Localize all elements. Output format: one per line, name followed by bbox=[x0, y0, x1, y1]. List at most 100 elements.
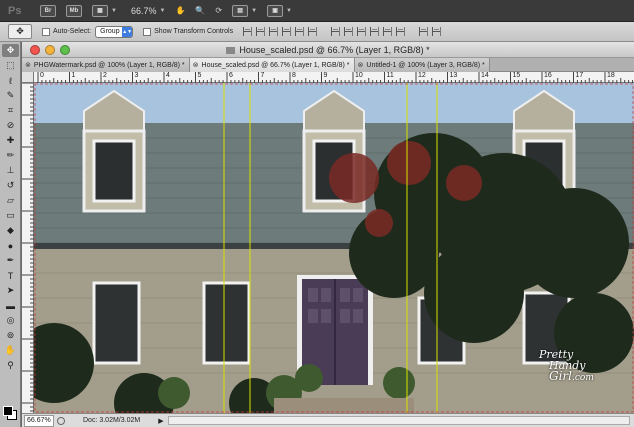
document-title-text: House_scaled.psd @ 66.7% (Layer 1, RGB/8… bbox=[239, 44, 430, 55]
quick-select-tool-icon[interactable]: ✎ bbox=[2, 89, 19, 102]
document-title-bar: House_scaled.psd @ 66.7% (Layer 1, RGB/8… bbox=[22, 42, 634, 58]
distribute-top-icon[interactable] bbox=[331, 27, 341, 36]
arrange-documents-button[interactable]: ▤ ▼ bbox=[232, 4, 257, 18]
distribute-hcenter-icon[interactable] bbox=[383, 27, 393, 36]
type-tool-icon[interactable]: T bbox=[2, 269, 19, 282]
tab-untitled-1[interactable]: ⊗ Untitled-1 @ 100% (Layer 3, RGB/8) * bbox=[354, 58, 490, 72]
distribute-right-icon[interactable] bbox=[396, 27, 406, 36]
hand-tool-button[interactable]: ✋ bbox=[175, 4, 185, 18]
ruler-label: 0 bbox=[40, 72, 44, 79]
close-icon[interactable]: ⊗ bbox=[358, 61, 364, 69]
arrange-icon: ▤ bbox=[232, 4, 249, 17]
ruler-label: 10 bbox=[355, 72, 363, 79]
ruler-label: 12 bbox=[418, 72, 426, 79]
tab-house-scaled[interactable]: ⊗ House_scaled.psd @ 66.7% (Layer 1, RGB/… bbox=[189, 58, 355, 72]
auto-select-checkbox[interactable] bbox=[42, 27, 50, 36]
image-canvas[interactable]: Pretty Handy Girl.com bbox=[34, 83, 634, 413]
ruler-label: 3 bbox=[134, 72, 139, 79]
ruler-label: 17 bbox=[575, 72, 584, 79]
align-top-icon[interactable] bbox=[243, 27, 253, 36]
align-right-icon[interactable] bbox=[308, 27, 318, 36]
hand-tool-icon[interactable]: ✋ bbox=[2, 344, 19, 357]
align-bottom-icon[interactable] bbox=[269, 27, 279, 36]
chevron-down-icon: ▼ bbox=[286, 7, 292, 14]
zoom-tool-icon[interactable]: ⚲ bbox=[2, 359, 19, 372]
auto-select-dropdown[interactable]: Group ▲▼ bbox=[95, 25, 134, 38]
history-brush-tool-icon[interactable]: ↺ bbox=[2, 179, 19, 192]
horizontal-scrollbar[interactable] bbox=[167, 416, 630, 425]
distribute-buttons bbox=[331, 27, 409, 36]
foreground-color-swatch[interactable] bbox=[3, 406, 13, 416]
ruler-ticks-vertical bbox=[22, 83, 34, 412]
ruler-label: 15 bbox=[512, 72, 521, 79]
marquee-tool-icon[interactable]: ⬚ bbox=[2, 59, 19, 72]
status-menu-arrow[interactable]: ▶ bbox=[158, 417, 163, 425]
bridge-icon: Br bbox=[40, 4, 56, 17]
path-selection-tool-icon[interactable]: ➤ bbox=[2, 284, 19, 297]
move-tool-icon[interactable]: ✥ bbox=[2, 44, 19, 57]
3d-rotate-tool-icon[interactable]: ◎ bbox=[2, 314, 19, 327]
3d-orbit-tool-icon[interactable]: ⊚ bbox=[2, 329, 19, 342]
horizontal-ruler[interactable]: 0 1 2 3 4 5 6 7 8 9 10 11 12 13 14 15 16 17 18 bbox=[34, 72, 634, 83]
eraser-tool-icon[interactable]: ▱ bbox=[2, 194, 19, 207]
brush-tool-icon[interactable]: ✏ bbox=[2, 149, 19, 162]
chevron-down-icon: ▲▼ bbox=[122, 26, 133, 37]
rotate-icon: ⟳ bbox=[215, 6, 223, 15]
document-size: Doc: 3.02M/3.02M bbox=[83, 417, 141, 424]
move-tool-icon: ✥ bbox=[16, 26, 24, 36]
ruler-label: 2 bbox=[103, 72, 107, 79]
ruler-origin[interactable] bbox=[22, 72, 34, 83]
close-icon[interactable]: ⊗ bbox=[25, 61, 31, 69]
watermark-line-3: Girl.com bbox=[549, 370, 594, 384]
auto-align-icon[interactable] bbox=[419, 27, 429, 36]
eyedropper-tool-icon[interactable]: ⊘ bbox=[2, 119, 19, 132]
blur-tool-icon[interactable]: ◆ bbox=[2, 224, 19, 237]
pen-tool-icon[interactable]: ✒ bbox=[2, 254, 19, 267]
document-tabs: ⊗ PHGWatermark.psd @ 100% (Layer 1, RGB/8… bbox=[22, 58, 634, 72]
zoom-tool-button[interactable]: 🔍 bbox=[195, 4, 205, 18]
ruler-label: 4 bbox=[166, 72, 170, 79]
view-extras-icon: ▦ bbox=[92, 4, 108, 17]
auto-blend-icon[interactable] bbox=[432, 27, 442, 36]
tab-phgwatermark[interactable]: ⊗ PHGWatermark.psd @ 100% (Layer 1, RGB/8… bbox=[22, 58, 190, 72]
transform-controls-label: Show Transform Controls bbox=[154, 28, 234, 35]
transform-controls-checkbox[interactable] bbox=[143, 27, 152, 36]
document-title: House_scaled.psd @ 66.7% (Layer 1, RGB/8… bbox=[22, 45, 634, 55]
ruler-label: 18 bbox=[607, 72, 615, 79]
watermark: Pretty Handy Girl.com bbox=[539, 349, 594, 384]
status-bar: 66.67% Doc: 3.02M/3.02M ▶ bbox=[22, 413, 634, 427]
ruler-label: 9 bbox=[323, 72, 328, 79]
ruler-label: 16 bbox=[544, 72, 552, 79]
document-window: House_scaled.psd @ 66.7% (Layer 1, RGB/8… bbox=[22, 42, 634, 427]
vertical-ruler[interactable] bbox=[22, 83, 34, 413]
screen-mode-button[interactable]: ▣ ▼ bbox=[267, 4, 292, 18]
status-zoom-field[interactable]: 66.67% bbox=[24, 414, 54, 427]
align-hcenter-icon[interactable] bbox=[295, 27, 305, 36]
distribute-vcenter-icon[interactable] bbox=[344, 27, 354, 36]
tab-label: Untitled-1 @ 100% (Layer 3, RGB/8) * bbox=[366, 61, 485, 69]
auto-select-label: Auto-Select: bbox=[53, 28, 92, 35]
align-vcenter-icon[interactable] bbox=[256, 27, 266, 36]
view-extras-button[interactable]: ▦ ▼ bbox=[92, 4, 117, 18]
zoom-level[interactable]: 66.7% bbox=[131, 6, 157, 16]
ruler-label: 13 bbox=[449, 72, 458, 79]
distribute-left-icon[interactable] bbox=[370, 27, 380, 36]
rotate-view-button[interactable]: ⟳ bbox=[215, 4, 222, 18]
shape-tool-icon[interactable]: ▬ bbox=[2, 299, 19, 312]
tab-label: PHGWatermark.psd @ 100% (Layer 1, RGB/8)… bbox=[33, 61, 185, 69]
minibridge-button[interactable]: Mb bbox=[66, 4, 82, 18]
tool-preset-picker[interactable]: ✥ bbox=[8, 24, 32, 39]
lasso-tool-icon[interactable]: ℓ bbox=[2, 74, 19, 87]
close-icon[interactable]: ⊗ bbox=[193, 61, 199, 69]
align-left-icon[interactable] bbox=[282, 27, 292, 36]
status-info-icon[interactable] bbox=[57, 416, 65, 425]
screen-mode-icon: ▣ bbox=[267, 4, 284, 17]
chevron-down-icon[interactable]: ▼ bbox=[159, 8, 165, 14]
dodge-tool-icon[interactable]: ● bbox=[2, 239, 19, 252]
crop-tool-icon[interactable]: ⌗ bbox=[2, 104, 19, 117]
bridge-button[interactable]: Br bbox=[40, 4, 56, 18]
clone-stamp-tool-icon[interactable]: ⊥ bbox=[2, 164, 19, 177]
distribute-bottom-icon[interactable] bbox=[357, 27, 367, 36]
healing-brush-tool-icon[interactable]: ✚ bbox=[2, 134, 19, 147]
gradient-tool-icon[interactable]: ▭ bbox=[2, 209, 19, 222]
